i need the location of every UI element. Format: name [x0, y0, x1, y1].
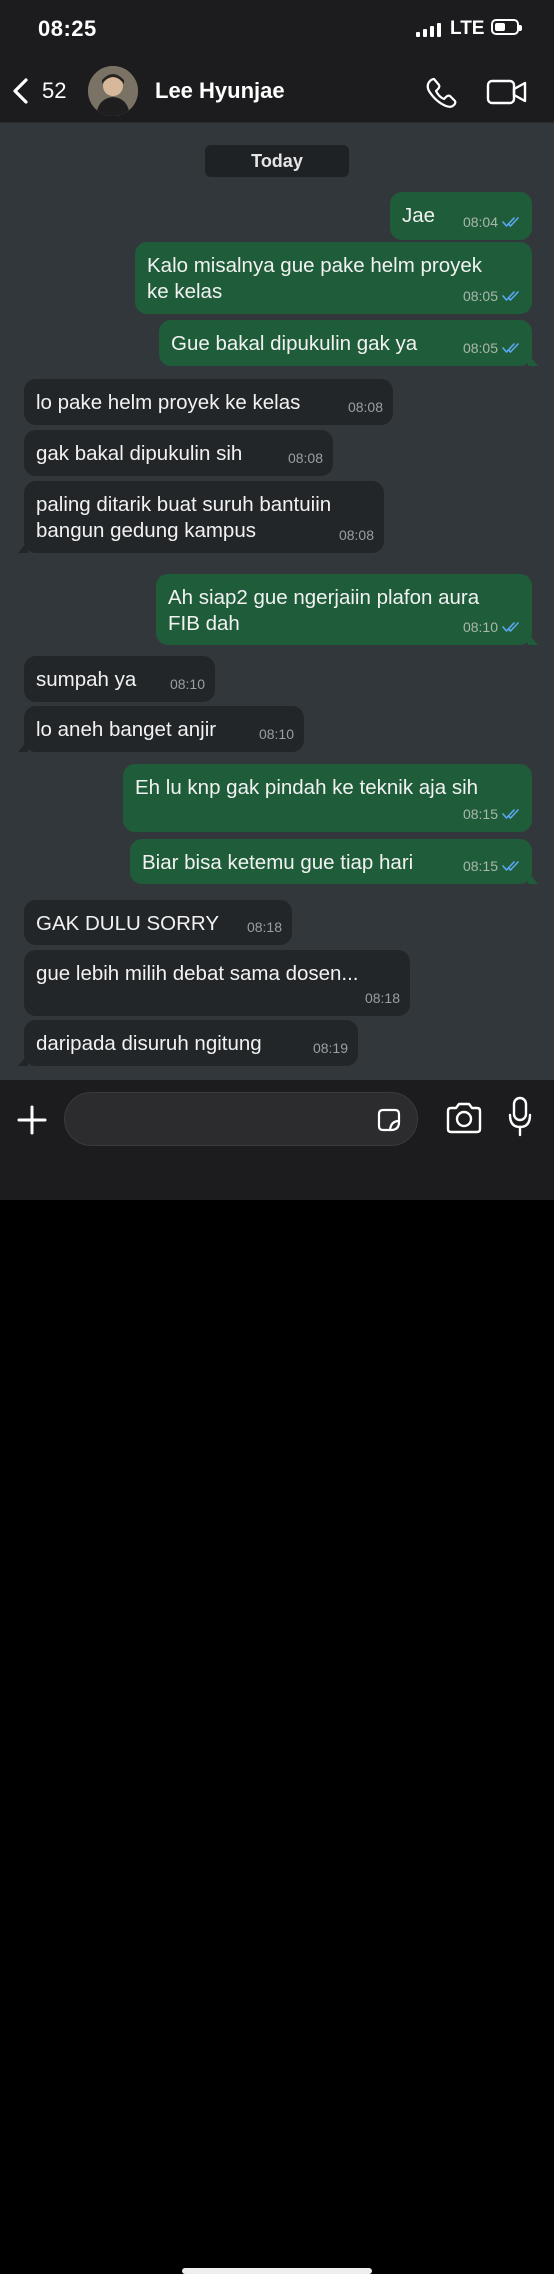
network-label: LTE: [450, 18, 485, 39]
incoming-message-bubble[interactable]: lo pake helm proyek ke kelas 08:08: [24, 379, 393, 425]
message-text: lo aneh banget anjir: [36, 718, 217, 741]
message-text: Ah siap2 gue ngerjaiin plafon aura: [168, 586, 480, 609]
chat-header: 52 Lee Hyunjae: [0, 60, 554, 123]
status-time: 08:25: [38, 16, 97, 41]
message-time: 08:15: [462, 858, 498, 874]
message-meta: 08:19: [313, 1035, 348, 1061]
sticker-icon[interactable]: [375, 1106, 403, 1134]
incoming-message-bubble[interactable]: daripada disuruh ngitung 08:19: [18, 1020, 358, 1066]
message-meta: 08:18: [365, 985, 400, 1011]
message-meta: 08:10: [463, 614, 522, 640]
message-time: 08:08: [338, 527, 374, 543]
message-text: Kalo misalnya gue pake helm proyek: [147, 254, 483, 277]
microphone-icon[interactable]: [508, 1096, 532, 1138]
message-time: 08:04: [462, 214, 498, 230]
signal-icon: [416, 23, 441, 37]
message-time: 08:18: [246, 919, 282, 935]
message-text: daripada disuruh ngitung: [36, 1032, 262, 1055]
message-text: Eh lu knp gak pindah ke teknik aja sih: [135, 776, 479, 799]
message-meta: 08:15: [463, 853, 522, 879]
incoming-message-bubble[interactable]: sumpah ya 08:10: [24, 656, 215, 702]
date-separator: Today: [205, 145, 349, 177]
video-camera-icon[interactable]: [486, 74, 528, 110]
chat-area[interactable]: Today Jae 08:04 Kalo misalnya gue pake hel…: [0, 123, 554, 1080]
message-time: 08:08: [287, 450, 323, 466]
outgoing-message-bubble[interactable]: Gue bakal dipukulin gak ya 08:05: [159, 320, 538, 366]
avatar-image: [88, 66, 138, 116]
message-meta: 08:05: [463, 335, 522, 361]
message-text: lo pake helm proyek ke kelas: [36, 391, 301, 414]
plus-icon[interactable]: [14, 1102, 50, 1138]
outgoing-message-bubble[interactable]: Ah siap2 gue ngerjaiin plafon aura FIB da…: [156, 574, 538, 645]
incoming-message-bubble[interactable]: paling ditarik buat suruh bantuiin bangun…: [18, 481, 384, 553]
message-time: 08:19: [312, 1040, 348, 1056]
message-meta: 08:08: [348, 394, 383, 420]
read-ticks-icon: [502, 809, 519, 819]
outgoing-message-bubble[interactable]: Biar bisa ketemu gue tiap hari 08:15: [130, 839, 538, 884]
outgoing-message-bubble[interactable]: Jae 08:04: [390, 192, 532, 240]
outgoing-message-bubble[interactable]: Eh lu knp gak pindah ke teknik aja sih 08…: [123, 764, 532, 832]
message-text: gak bakal dipukulin sih: [36, 442, 243, 465]
message-time: 08:15: [462, 806, 498, 822]
message-input-container[interactable]: [64, 1092, 418, 1146]
message-meta: 08:15: [463, 801, 522, 827]
incoming-message-bubble[interactable]: gak bakal dipukulin sih 08:08: [24, 430, 333, 476]
message-time: 08:10: [169, 676, 205, 692]
message-time: 08:05: [462, 340, 498, 356]
message-meta: 08:10: [170, 671, 205, 697]
camera-icon[interactable]: [444, 1098, 484, 1138]
read-ticks-icon: [502, 343, 519, 353]
avatar[interactable]: [88, 66, 138, 116]
incoming-message-bubble[interactable]: gue lebih milih debat sama dosen... 08:18: [24, 950, 410, 1016]
message-meta: 08:05: [463, 283, 522, 309]
contact-name[interactable]: Lee Hyunjae: [155, 78, 285, 104]
message-time: 08:18: [364, 990, 400, 1006]
message-meta: 08:10: [259, 721, 294, 747]
read-ticks-icon: [502, 861, 519, 871]
composer: [0, 1080, 554, 2274]
unread-count: 52: [42, 78, 67, 103]
message-time: 08:10: [258, 726, 294, 742]
read-ticks-icon: [502, 291, 519, 301]
back-chevron-icon: [13, 78, 28, 104]
status-bar: 08:25 LTE: [0, 0, 554, 60]
message-time: 08:10: [462, 619, 498, 635]
message-text: gue lebih milih debat sama dosen...: [36, 962, 359, 985]
message-time: 08:05: [462, 288, 498, 304]
home-indicator: [182, 2268, 372, 2274]
message-input[interactable]: [83, 1103, 367, 1137]
back-button[interactable]: 52: [10, 74, 70, 108]
incoming-message-bubble[interactable]: lo aneh banget anjir 08:10: [18, 706, 304, 752]
phone-icon[interactable]: [424, 74, 460, 110]
message-text: GAK DULU SORRY: [36, 912, 220, 935]
message-meta: 08:08: [339, 522, 374, 548]
message-time: 08:08: [347, 399, 383, 415]
read-ticks-icon: [502, 622, 519, 632]
message-meta: 08:08: [288, 445, 323, 471]
incoming-message-bubble[interactable]: GAK DULU SORRY 08:18: [24, 900, 292, 945]
message-text: bangun gedung kampus: [36, 519, 256, 542]
battery-icon: [491, 19, 522, 35]
message-meta: 08:18: [247, 914, 282, 940]
message-meta: 08:04: [463, 209, 522, 235]
read-ticks-icon: [502, 217, 519, 227]
outgoing-message-bubble[interactable]: Kalo misalnya gue pake helm proyek ke kel…: [135, 242, 532, 314]
message-text: paling ditarik buat suruh bantuiin: [36, 493, 332, 516]
